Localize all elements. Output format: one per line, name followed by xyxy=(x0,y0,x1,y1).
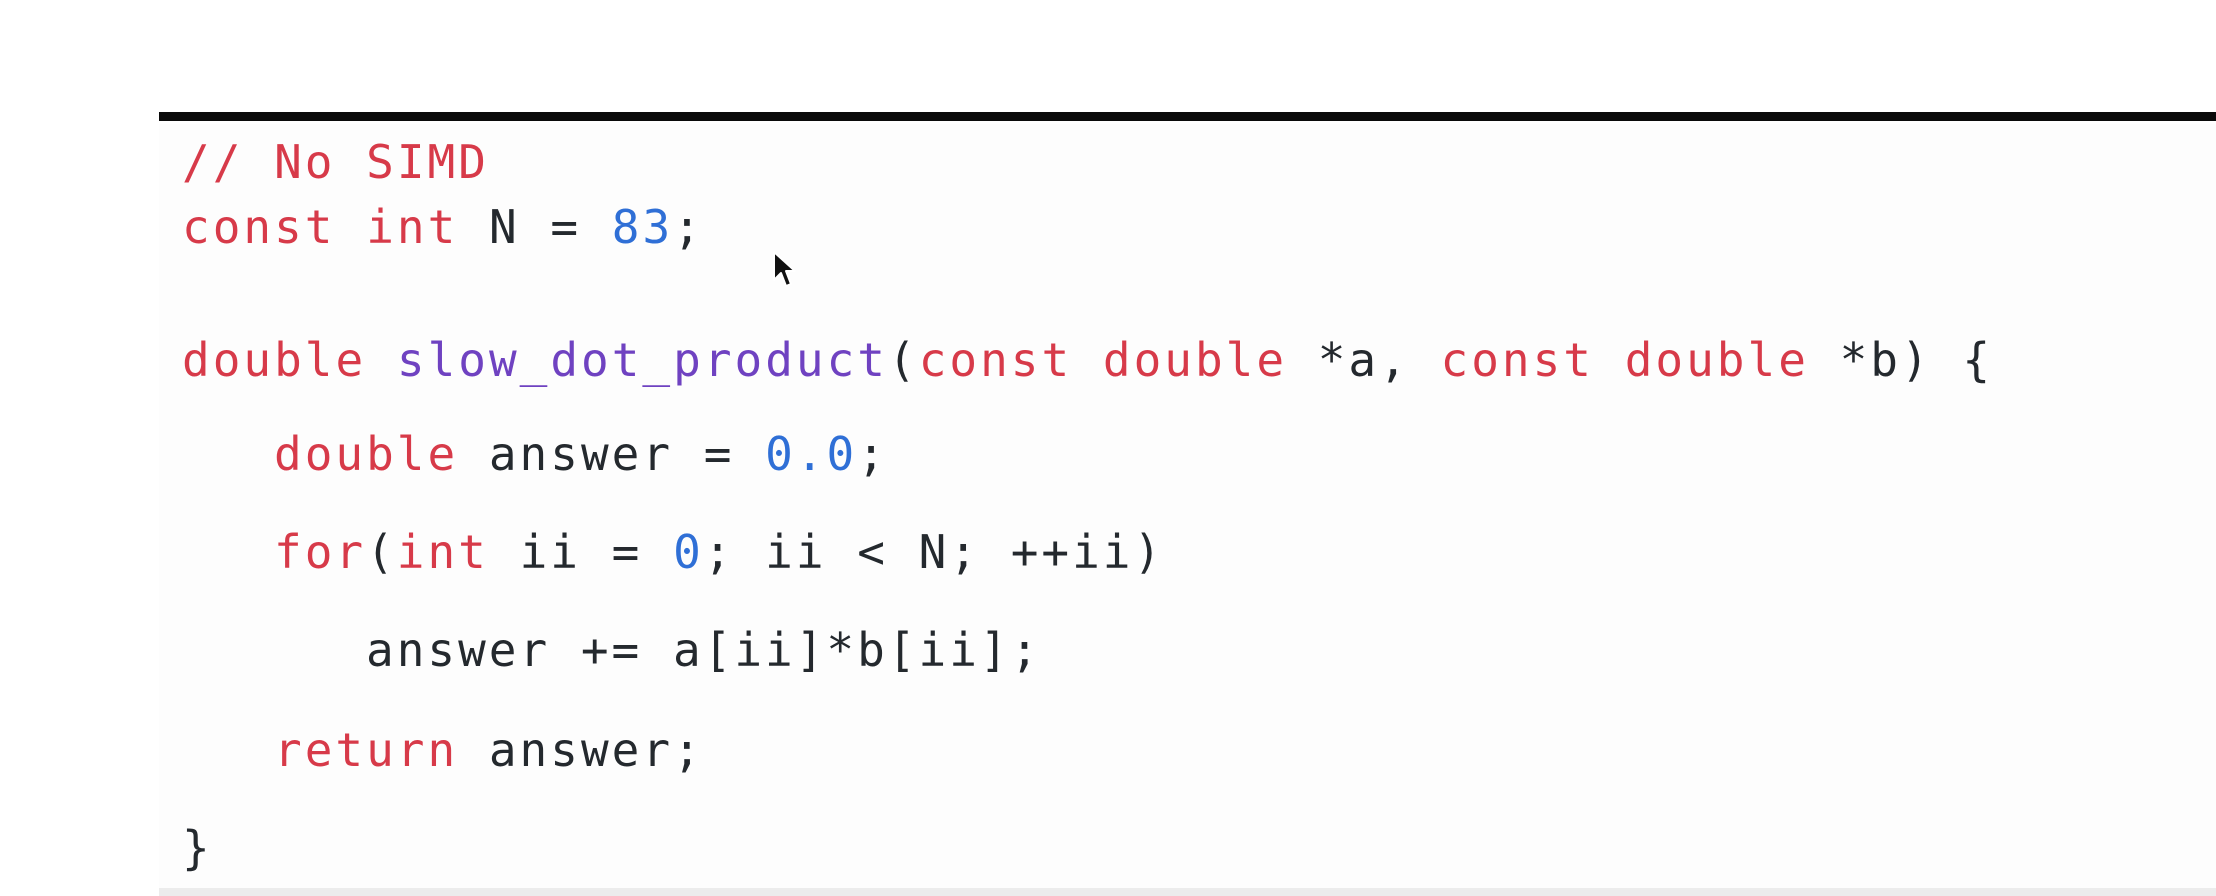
code-token: double xyxy=(182,333,367,387)
code-token: *b) { xyxy=(1808,333,1994,387)
code-line-for-loop: for(int ii = 0; ii < N; ++ii) xyxy=(274,524,1164,580)
code-token: 83 xyxy=(611,200,674,254)
code-token: ; ii < N; ++ii) xyxy=(703,525,1165,579)
code-token: for xyxy=(274,525,367,579)
code-line-return: return answer; xyxy=(274,722,704,778)
code-line-comment: // No SIMD xyxy=(182,134,489,190)
code-token: return xyxy=(274,723,459,777)
code-token: const xyxy=(182,200,336,254)
code-token: ; xyxy=(857,427,888,481)
code-token: int xyxy=(396,525,489,579)
code-token: N = xyxy=(458,200,612,254)
code-token: double xyxy=(1102,333,1288,387)
code-token: ii = xyxy=(488,525,674,579)
code-token: *a, xyxy=(1287,333,1441,387)
mouse-pointer-icon xyxy=(773,251,796,287)
code-line-answer-init: double answer = 0.0; xyxy=(274,426,888,482)
code-token: double xyxy=(274,427,459,481)
code-token: double xyxy=(1624,333,1809,387)
code-token: ( xyxy=(887,333,919,387)
code-token: const xyxy=(918,333,1073,387)
code-line-accumulate: answer += a[ii]*b[ii]; xyxy=(366,622,1041,678)
code-token: answer = xyxy=(458,427,766,481)
code-token: answer += a[ii]*b[ii]; xyxy=(366,623,1042,677)
code-token: int xyxy=(366,200,459,254)
code-line-function-signature: double slow_dot_product(const double *a,… xyxy=(182,332,1993,388)
code-token: const xyxy=(1440,333,1595,387)
code-line-const-decl: const int N = 83; xyxy=(182,199,704,255)
code-token: ( xyxy=(366,525,397,579)
code-token: 0.0 xyxy=(765,427,858,481)
code-token: // No SIMD xyxy=(182,135,489,189)
slide: // No SIMD const int N = 83; double slow… xyxy=(0,0,2216,896)
top-divider xyxy=(159,112,2216,121)
code-line-closing-brace: } xyxy=(182,820,213,876)
code-token: } xyxy=(182,821,213,875)
code-token: 0 xyxy=(673,525,704,579)
code-token: ; xyxy=(673,200,704,254)
bottom-edge xyxy=(159,888,2216,896)
code-block: // No SIMD const int N = 83; double slow… xyxy=(159,124,2216,890)
code-token: slow_dot_product xyxy=(396,333,888,387)
code-token: answer; xyxy=(458,723,704,777)
